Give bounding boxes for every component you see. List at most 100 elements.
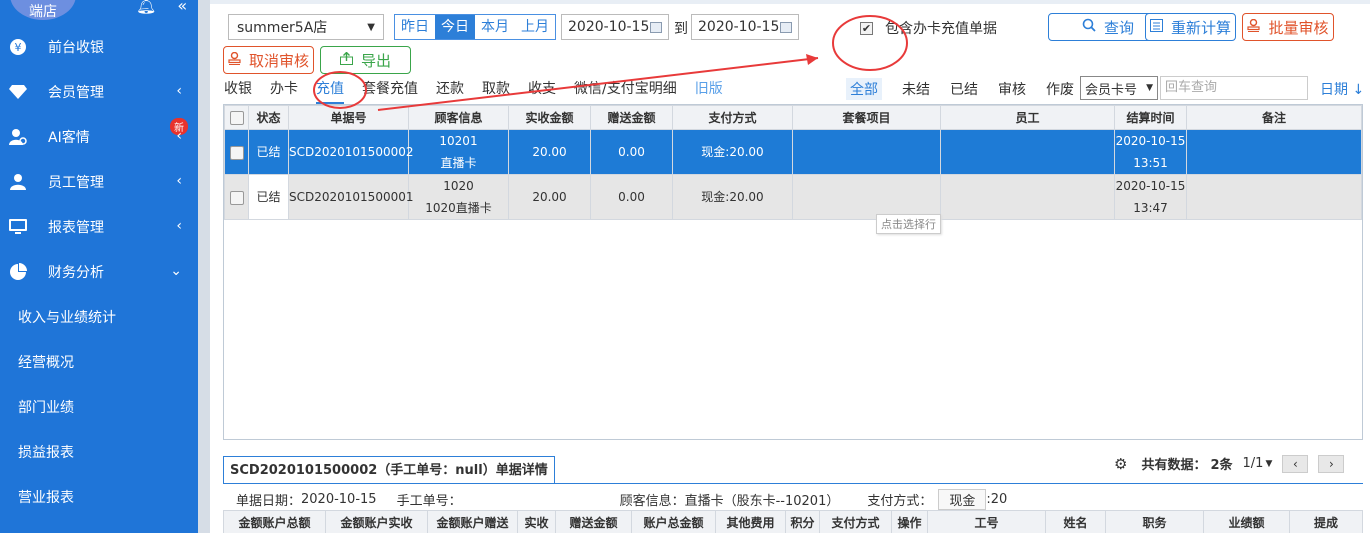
select-all-header[interactable] [224,105,249,130]
page-indicator[interactable]: 1/1 [1243,456,1264,471]
calendar-icon[interactable] [650,21,662,33]
column-header[interactable]: 套餐项目 [792,105,941,130]
row-checkbox[interactable] [229,145,244,160]
detail-table: 金额账户总额 金额账户实收 金额账户赠送 实收 赠送金额 账户总金额 其他费用 … [223,510,1363,533]
sidebar-item-reports[interactable]: 报表管理 ‹ [0,204,198,249]
batch-audit-button[interactable]: 批量审核 [1242,13,1334,41]
column-header[interactable]: 实收金额 [508,105,591,130]
tab-withdraw[interactable]: 取款 [482,78,510,104]
chevron-left-icon: ‹ [176,218,182,234]
store-logo[interactable]: 端店 [10,0,76,20]
column-header: 提成 [1289,510,1363,533]
date-to-value: 2020-10-15 [698,19,780,35]
date-from-input[interactable]: 2020-10-15 [561,14,669,40]
payment-method-cell: 现金:20.00 [672,129,793,175]
column-header[interactable]: 赠送金额 [590,105,673,130]
doc-date-value: 2020-10-15 [301,492,377,507]
column-header[interactable]: 支付方式 [672,105,793,130]
recalculate-button[interactable]: 重新计算 [1145,13,1236,41]
include-card-checkbox[interactable]: ✔ [860,21,873,35]
cancel-audit-button[interactable]: 取消审核 [223,46,314,74]
column-header: 操作 [891,510,928,533]
column-header[interactable]: 顾客信息 [408,105,509,130]
row-select-tooltip: 点击选择行 [876,214,941,234]
tab-wechat-alipay[interactable]: 微信/支付宝明细 [574,78,677,104]
next-page-button[interactable]: › [1318,454,1345,473]
column-header[interactable]: 备注 [1186,105,1362,130]
sidebar-sub-business[interactable]: 营业报表 [0,474,198,519]
annotation-arrowhead [806,54,818,65]
tab-recharge[interactable]: 充值 [316,78,344,104]
column-header: 姓名 [1045,510,1106,533]
column-header[interactable]: 状态 [248,105,289,130]
tab-income-expense[interactable]: 收支 [528,78,556,104]
package-cell [792,129,941,175]
customer-cell: 10201 直播卡 [408,129,509,175]
filter-all[interactable]: 全部 [846,78,882,100]
user-settings-icon [8,127,28,147]
filter-unsettled[interactable]: 未结 [902,79,930,99]
column-header[interactable]: 员工 [940,105,1115,130]
row-checkbox-cell[interactable] [224,129,249,175]
prev-page-button[interactable]: ‹ [1282,454,1309,473]
row-checkbox-cell[interactable] [224,174,249,220]
caret-down-icon: ▼ [1265,458,1273,469]
filter-voided[interactable]: 作废 [1046,79,1074,99]
date-sort-toggle[interactable]: 日期 ↓ [1320,79,1364,99]
export-button[interactable]: 导出 [320,46,411,74]
tab-cashier[interactable]: 收银 [224,78,252,104]
date-to-input[interactable]: 2020-10-15 [691,14,799,40]
sidebar-sub-department[interactable]: 部门业绩 [0,384,198,429]
column-header[interactable]: 结算时间 [1114,105,1187,130]
calendar-icon[interactable] [780,21,792,33]
table-row[interactable]: 已结 SCD2020101500002 10201 直播卡 20.00 0.00 … [224,129,1362,175]
paid-amount-cell: 20.00 [508,129,591,175]
filter-settled[interactable]: 已结 [950,79,978,99]
quick-date-yesterday[interactable]: 昨日 [395,15,435,39]
top-border [210,0,1370,4]
bell-icon[interactable]: 🔔︎ [136,0,156,15]
sidebar-sub-profit-loss[interactable]: 损益报表 [0,429,198,474]
select-all-checkbox[interactable] [229,110,244,125]
gear-icon[interactable]: ⚙ [1114,455,1127,473]
sidebar-item-members[interactable]: 会员管理 ‹ [0,69,198,114]
filter-audited[interactable]: 审核 [998,79,1026,99]
column-header: 支付方式 [819,510,892,533]
arrow-down-icon: ↓ [1352,82,1365,98]
tab-card[interactable]: 办卡 [270,78,298,104]
quick-date-today[interactable]: 今日 [435,15,475,39]
store-select[interactable]: summer5A店 ▼ [228,14,384,40]
include-card-recharge-option[interactable]: ✔ 包含办卡充值单据 [860,18,997,38]
sidebar-item-label: 会员管理 [48,84,104,101]
tab-repayment[interactable]: 还款 [436,78,464,104]
recalculate-button-label: 重新计算 [1170,18,1231,37]
sidebar-divider [198,0,210,533]
sidebar-sub-income[interactable]: 收入与业绩统计 [0,294,198,339]
tab-package-recharge[interactable]: 套餐充值 [362,78,418,104]
sidebar-item-ai-customer[interactable]: AI客情 新 ‹ [0,114,198,159]
note-cell [1186,174,1362,220]
payment-label: 支付方式： [867,494,933,509]
search-input[interactable]: 回车查询 [1160,76,1308,100]
collapse-icon[interactable]: « [177,0,187,15]
sidebar-item-cashier[interactable]: ¥ 前台收银 [0,24,198,69]
quick-date-this-month[interactable]: 本月 [475,15,515,39]
column-header: 积分 [785,510,820,533]
customer-cell: 1020 1020直播卡 [408,174,509,220]
search-type-value: 会员卡号 [1085,82,1138,98]
column-header[interactable]: 单据号 [288,105,409,130]
caret-down-icon: ▼ [1146,83,1153,93]
sidebar-item-finance[interactable]: 财务分析 ⌄ [0,249,198,294]
quick-date-last-month[interactable]: 上月 [515,15,555,39]
document-type-tabs: 收银 办卡 充值 套餐充值 还款 取款 收支 微信/支付宝明细 旧版 [224,78,741,104]
date-from-value: 2020-10-15 [568,19,650,35]
sidebar-item-staff[interactable]: 员工管理 ‹ [0,159,198,204]
total-value: 2条 [1210,458,1233,473]
sidebar-item-label: 员工管理 [48,174,104,191]
tab-old-version[interactable]: 旧版 [695,78,723,104]
row-checkbox[interactable] [229,190,244,205]
detail-tab[interactable]: SCD2020101500002（手工单号：null）单据详情 [223,456,555,484]
sidebar-sub-overview[interactable]: 经营概况 [0,339,198,384]
search-type-select[interactable]: 会员卡号 ▼ [1080,76,1158,100]
table-row[interactable]: 已结 SCD2020101500001 1020 1020直播卡 20.00 0.… [224,174,1362,220]
